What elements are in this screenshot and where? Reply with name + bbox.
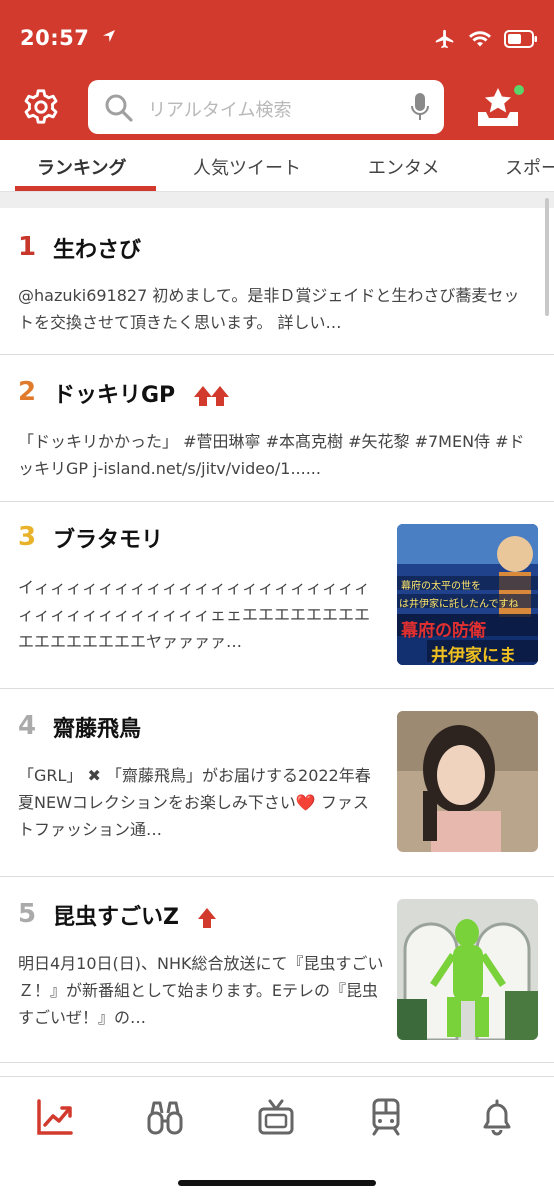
trend-up-double-icon bbox=[193, 386, 229, 406]
trend-description: 「ドッキリかかった」 #菅田琳寧 #本髙克樹 #矢花黎 #7MEN侍 #ドッキリ… bbox=[18, 432, 525, 478]
tab-entertainment[interactable]: エンタメ bbox=[368, 154, 439, 180]
trend-title: 齋藤飛鳥 bbox=[53, 717, 142, 742]
ranking-item-1[interactable]: 1 生わさび @hazuki691827 初めまして。是非Ｄ賞ジェイドと生わさび… bbox=[0, 208, 554, 355]
list-top-spacer bbox=[0, 192, 554, 208]
rank-number: 4 bbox=[18, 711, 37, 741]
alert-settings-icon[interactable] bbox=[472, 82, 532, 134]
trend-thumbnail[interactable] bbox=[397, 711, 538, 852]
battery-icon bbox=[504, 30, 537, 48]
search-icon bbox=[105, 94, 133, 122]
scrollbar[interactable] bbox=[545, 198, 549, 316]
gear-icon[interactable] bbox=[22, 88, 60, 126]
trend-title: 昆虫すごいZ bbox=[53, 899, 217, 931]
location-arrow-icon bbox=[103, 30, 116, 42]
category-tabs: ランキング 人気ツイート エンタメ スポー bbox=[0, 140, 554, 192]
thumbnail-caption: は井伊家に託したんですね bbox=[399, 599, 519, 610]
search-input[interactable]: リアルタイム検索 bbox=[148, 96, 291, 122]
thumbnail-image bbox=[397, 711, 538, 852]
rank-number: 2 bbox=[18, 377, 37, 407]
rank-number: 5 bbox=[18, 899, 37, 929]
rank-number: 1 bbox=[18, 232, 37, 262]
app-header: 20:57 リアルタイム検索 bbox=[0, 0, 554, 140]
thumbnail-caption: 幕府の防衛 bbox=[401, 621, 486, 641]
tab-sports[interactable]: スポー bbox=[505, 154, 554, 180]
trend-thumbnail[interactable] bbox=[397, 899, 538, 1040]
airplane-icon bbox=[435, 29, 454, 49]
trend-title-text: 昆虫すごいZ bbox=[53, 905, 179, 930]
thumbnail-caption: 井伊家にま bbox=[431, 646, 516, 665]
train-icon[interactable] bbox=[366, 1097, 406, 1137]
trend-title: ドッキリGP bbox=[53, 377, 231, 409]
trend-title-text: ドッキリGP bbox=[53, 383, 176, 408]
home-indicator[interactable] bbox=[178, 1180, 376, 1186]
status-time-text: 20:57 bbox=[20, 26, 90, 50]
trend-description: 明日4月10日(日)、NHK総合放送にて『昆虫すごいＺ！』が新番組として始まりま… bbox=[18, 954, 384, 1027]
trend-description: 「GRL」 ✖ 「齋藤飛鳥」がお届けする2022年春夏NEWコレクションをお楽し… bbox=[18, 766, 371, 839]
tv-icon[interactable] bbox=[256, 1097, 296, 1137]
trend-title: ブラタモリ bbox=[53, 528, 164, 553]
wifi-icon bbox=[469, 31, 491, 47]
search-bar[interactable]: リアルタイム検索 bbox=[88, 80, 444, 134]
trend-title: 生わさび bbox=[53, 238, 142, 263]
ranking-item-3[interactable]: 3 ブラタモリ イィィィィィィィィィィィィィィィィィィィィィィィィィィィィィィィ… bbox=[0, 502, 554, 689]
rank-number: 3 bbox=[18, 522, 37, 552]
bell-icon[interactable] bbox=[477, 1097, 517, 1137]
thumbnail-image bbox=[397, 899, 538, 1040]
ranking-item-4[interactable]: 4 齋藤飛鳥 「GRL」 ✖ 「齋藤飛鳥」がお届けする2022年春夏NEWコレク… bbox=[0, 689, 554, 877]
ranking-item-5[interactable]: 5 昆虫すごいZ 明日4月10日(日)、NHK総合放送にて『昆虫すごいＺ！』が新… bbox=[0, 877, 554, 1063]
microphone-icon[interactable] bbox=[410, 92, 430, 122]
status-time: 20:57 bbox=[20, 26, 117, 50]
trend-description: イィィィィィィィィィィィィィィィィィィィィィィィィィィィィィィィィィェェエエエエ… bbox=[18, 578, 371, 651]
ranking-item-2[interactable]: 2 ドッキリGP 「ドッキリかかった」 #菅田琳寧 #本髙克樹 #矢花黎 #7M… bbox=[0, 355, 554, 502]
binoculars-icon[interactable] bbox=[145, 1097, 185, 1137]
trend-chart-icon[interactable] bbox=[35, 1097, 75, 1137]
tab-popular-tweets[interactable]: 人気ツイート bbox=[193, 154, 301, 180]
tab-ranking[interactable]: ランキング bbox=[37, 154, 126, 180]
trend-up-icon bbox=[197, 908, 216, 928]
active-tab-indicator bbox=[15, 186, 156, 191]
trend-thumbnail[interactable]: 幕府の太平の世を は井伊家に託したんですね 幕府の防衛 井伊家にま bbox=[397, 524, 538, 665]
status-icons bbox=[434, 26, 538, 52]
thumbnail-caption: 幕府の太平の世を bbox=[401, 581, 481, 592]
trend-description: @hazuki691827 初めまして。是非Ｄ賞ジェイドと生わさび蕎麦セットを交… bbox=[18, 286, 520, 332]
